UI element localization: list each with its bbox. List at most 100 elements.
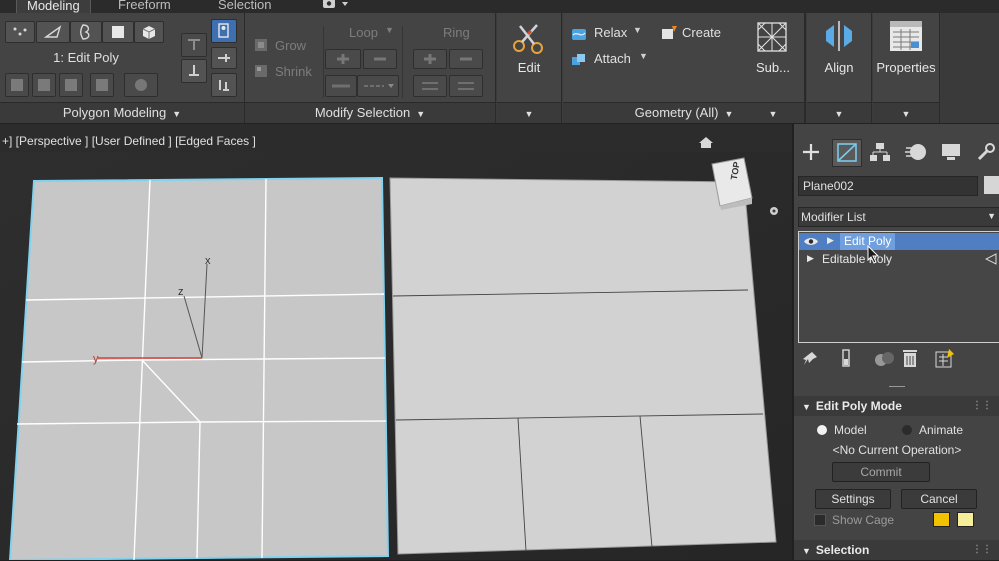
cancel-button[interactable]: Cancel xyxy=(901,489,977,509)
create-button[interactable]: Create xyxy=(682,25,721,40)
cage-color-swatch-2[interactable] xyxy=(957,512,974,527)
ring-mode-2-icon[interactable] xyxy=(449,75,483,97)
ribbon-tab-bar: Modeling Freeform Selection xyxy=(0,0,999,14)
expand-arrow-icon[interactable]: ▶ xyxy=(807,253,814,264)
show-end-result-icon[interactable] xyxy=(840,349,852,369)
chevron-down-icon: ▼ xyxy=(901,109,911,119)
collapse-stack-icon[interactable] xyxy=(211,73,237,97)
modify-tab-icon[interactable] xyxy=(832,139,862,167)
make-unique-icon[interactable] xyxy=(873,349,895,369)
edit-panel-footer[interactable]: ▼ xyxy=(497,102,561,123)
loop-shrink-button[interactable] xyxy=(363,49,397,69)
home-icon[interactable] xyxy=(699,137,713,148)
stack-row-editable-poly[interactable]: ▶ Editable Poly xyxy=(799,251,999,268)
sub-panel-footer[interactable]: ▼ xyxy=(742,102,804,123)
ribbon-tool-2-icon[interactable] xyxy=(32,73,56,97)
object-name-value: Plane002 xyxy=(803,179,854,193)
modifier-list-dropdown[interactable]: Modifier List ▼ xyxy=(798,207,999,227)
show-cage-checkbox[interactable] xyxy=(814,514,826,526)
mouse-cursor-icon xyxy=(866,245,880,265)
edit-button[interactable]: Edit xyxy=(497,60,561,75)
properties-button[interactable]: Properties xyxy=(873,60,939,75)
ribbon-tool-5-icon[interactable] xyxy=(124,73,158,97)
edit-poly-mode-rollout-header[interactable]: ▼ Edit Poly Mode ⋮⋮ xyxy=(794,396,999,416)
model-radio[interactable] xyxy=(817,425,827,435)
viewport-scene[interactable]: x y z TOP xyxy=(0,124,792,560)
hierarchy-tab-icon[interactable] xyxy=(869,142,891,162)
element-mode-button[interactable] xyxy=(134,21,164,43)
chevron-down-icon: ▼ xyxy=(987,211,996,221)
ribbon-tool-7-icon[interactable] xyxy=(181,59,207,83)
ring-button[interactable]: Ring xyxy=(443,25,470,40)
tab-modeling[interactable]: Modeling xyxy=(16,0,91,14)
geometry-footer-label: Geometry (All) xyxy=(634,105,719,120)
show-end-result-icon[interactable] xyxy=(211,19,237,43)
polygon-modeling-footer[interactable]: Polygon Modeling ▼ xyxy=(0,102,244,123)
align-icon xyxy=(822,19,856,53)
align-panel-footer[interactable]: ▼ xyxy=(807,102,871,123)
animate-radio[interactable] xyxy=(902,425,912,435)
ribbon-tool-6-icon[interactable] xyxy=(181,33,207,57)
collapse-arrow-icon: ▼ xyxy=(802,402,811,412)
loop-grow-button[interactable] xyxy=(325,49,361,69)
chevron-down-icon: ▼ xyxy=(724,109,734,119)
selection-rollout-header[interactable]: ▼ Selection ⋮⋮ xyxy=(794,540,999,560)
relax-icon xyxy=(571,26,587,42)
sub-button[interactable]: Sub... xyxy=(742,60,804,75)
relax-button[interactable]: Relax xyxy=(594,25,627,40)
shrink-button[interactable]: Shrink xyxy=(275,64,312,79)
ribbon-tool-4-icon[interactable] xyxy=(90,73,114,97)
y-axis-label: y xyxy=(93,353,99,365)
vertex-mode-button[interactable] xyxy=(5,21,35,43)
modify-selection-footer[interactable]: Modify Selection ▼ xyxy=(245,102,495,123)
polygon-mode-button[interactable] xyxy=(102,21,134,43)
display-tab-icon[interactable] xyxy=(941,143,961,161)
pin-stack-icon[interactable] xyxy=(802,350,818,368)
panel-divider xyxy=(402,26,403,98)
grow-button[interactable]: Grow xyxy=(275,38,306,53)
selected-plane[interactable] xyxy=(8,176,390,560)
perspective-viewport[interactable]: +] [Perspective ] [User Defined ] [Edged… xyxy=(0,124,792,560)
utilities-tab-icon[interactable] xyxy=(976,142,996,162)
border-mode-button[interactable] xyxy=(70,21,102,43)
object-name-field[interactable]: Plane002 xyxy=(798,176,978,196)
pin-stack-icon[interactable] xyxy=(211,47,237,69)
ring-grow-button[interactable] xyxy=(413,49,447,69)
object-color-swatch[interactable] xyxy=(984,176,999,194)
trash-icon[interactable] xyxy=(902,348,918,368)
create-tab-icon[interactable] xyxy=(801,142,821,162)
tab-freeform[interactable]: Freeform xyxy=(108,0,181,13)
edge-mode-button[interactable] xyxy=(36,21,70,43)
properties-panel: Properties ▼ xyxy=(873,13,940,123)
stack-item-editable-poly[interactable]: Editable Poly xyxy=(822,252,892,266)
expand-arrow-icon[interactable]: ▶ xyxy=(827,235,834,246)
settings-button[interactable]: Settings xyxy=(815,489,891,509)
unselected-plane[interactable] xyxy=(389,177,777,555)
motion-tab-icon[interactable] xyxy=(904,143,928,161)
tab-selection[interactable]: Selection xyxy=(208,0,281,13)
cage-color-swatch-1[interactable] xyxy=(933,512,950,527)
polygon-modeling-footer-label: Polygon Modeling xyxy=(62,105,167,120)
rollout-grip-icon: ⋮⋮ xyxy=(972,400,992,411)
loop-dropdown-icon[interactable]: ▼ xyxy=(385,25,394,35)
relax-dropdown-icon[interactable]: ▼ xyxy=(633,25,642,35)
ring-mode-icon[interactable] xyxy=(413,75,447,97)
properties-panel-footer[interactable]: ▼ xyxy=(873,102,939,123)
eye-icon[interactable] xyxy=(803,236,819,247)
ring-shrink-button[interactable] xyxy=(449,49,483,69)
chevron-down-icon: ▼ xyxy=(172,109,182,119)
align-button[interactable]: Align xyxy=(807,60,871,75)
attach-dropdown-icon[interactable]: ▼ xyxy=(639,51,648,61)
attach-button[interactable]: Attach xyxy=(594,51,631,66)
ribbon-tool-1-icon[interactable] xyxy=(5,73,29,97)
loop-mode-icon[interactable] xyxy=(325,75,357,97)
commit-button[interactable]: Commit xyxy=(832,462,930,482)
ribbon-tool-3-icon[interactable] xyxy=(59,73,83,97)
stack-row-edit-poly[interactable]: ▶ Edit Poly xyxy=(799,233,999,250)
loop-dash-icon[interactable] xyxy=(357,75,399,97)
loop-button[interactable]: Loop xyxy=(349,25,378,40)
configure-modifier-sets-icon[interactable] xyxy=(935,348,955,368)
modifier-stack[interactable]: ▶ Edit Poly ▶ Editable Poly xyxy=(798,231,999,343)
tab-options-icon[interactable] xyxy=(322,0,352,10)
animate-label: Animate xyxy=(919,423,964,437)
